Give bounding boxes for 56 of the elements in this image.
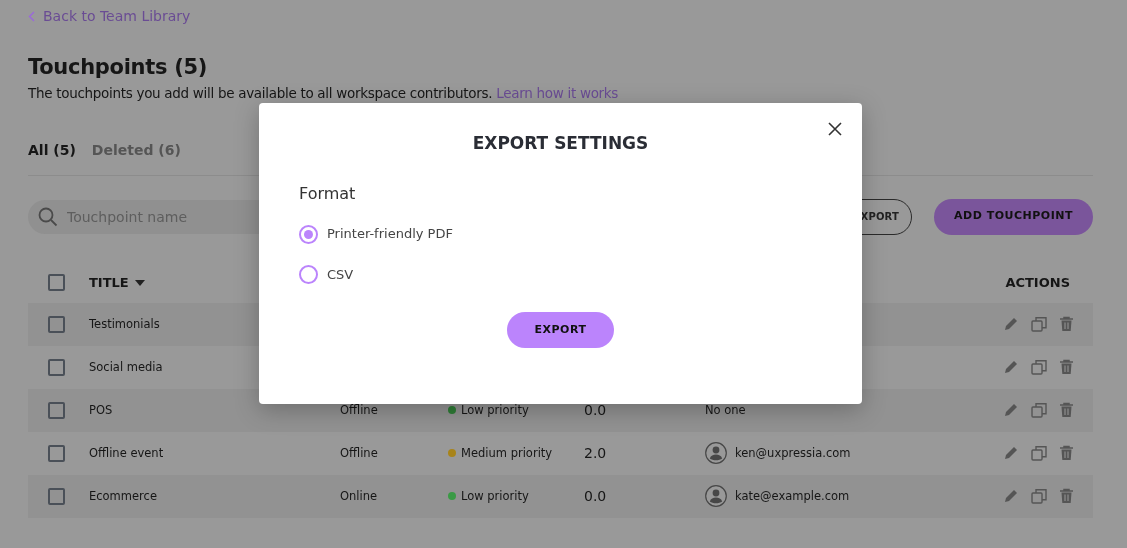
table-cell: ken@uxpressia.com: [735, 444, 851, 462]
edit-icon[interactable]: [1003, 488, 1019, 505]
edit-icon[interactable]: [1003, 445, 1019, 462]
edit-icon[interactable]: [1003, 402, 1019, 419]
row-checkbox[interactable]: [48, 487, 65, 505]
table-cell: Low priority: [461, 401, 529, 419]
table-cell: Medium priority: [461, 444, 553, 462]
copy-icon[interactable]: [1031, 316, 1047, 333]
row-checkbox[interactable]: [48, 358, 65, 376]
row-checkbox[interactable]: [48, 444, 65, 462]
close-icon: [828, 122, 842, 136]
edit-icon[interactable]: [1003, 316, 1019, 333]
delete-icon[interactable]: [1059, 488, 1075, 505]
table-cell-text: Online: [340, 487, 379, 505]
radio-button[interactable]: [299, 265, 318, 285]
table-cell: No one: [705, 401, 746, 419]
row-checkbox[interactable]: [48, 401, 65, 419]
copy-icon[interactable]: [1031, 359, 1047, 376]
section-label: Format: [299, 183, 357, 206]
close-button[interactable]: [826, 120, 844, 138]
table-cell-text: POS: [89, 401, 114, 419]
add-touchpoint-button[interactable]: ADD TOUCHPOINT: [934, 198, 1093, 235]
delete-icon[interactable]: [1059, 402, 1075, 419]
table-cell-text: Social media: [89, 358, 164, 376]
sort-down-icon: [134, 279, 145, 286]
select-all-checkbox[interactable]: [48, 274, 65, 292]
chevron-left-icon: [28, 11, 35, 22]
row-checkbox[interactable]: [48, 315, 65, 333]
dialog-title: EXPORT SETTINGS: [471, 133, 650, 154]
column-header[interactable]: ACTIONS: [1005, 272, 1093, 293]
table-cell-text: Ecommerce: [89, 487, 158, 505]
page-title: Touchpoints (5): [28, 54, 209, 80]
table-cell: kate@example.com: [735, 487, 850, 505]
table-cell-text: 2.0: [584, 443, 608, 463]
radio-label[interactable]: Printer-friendly PDF: [327, 224, 453, 244]
copy-icon[interactable]: [1031, 445, 1047, 462]
table-cell-text: Testimonials: [89, 315, 161, 333]
column-header[interactable]: TITLE: [89, 272, 145, 293]
delete-icon[interactable]: [1059, 445, 1075, 462]
description-text: The touchpoints you add will be available to all workspace contributors.: [28, 84, 494, 101]
table-cell-text: Offline: [340, 401, 379, 419]
table-cell: Low priority: [461, 487, 529, 505]
search-icon: [38, 206, 58, 227]
table-cell-text: 0.0: [584, 486, 608, 506]
copy-icon[interactable]: [1031, 402, 1047, 419]
tab[interactable]: All (5): [28, 138, 76, 163]
copy-icon[interactable]: [1031, 488, 1047, 505]
radio-label[interactable]: CSV: [327, 264, 354, 285]
table-cell-text: Offline event: [89, 444, 165, 462]
table-cell-text: 0.0: [584, 400, 608, 420]
edit-icon[interactable]: [1003, 359, 1019, 376]
table-cell-text: Offline: [340, 444, 379, 462]
radio-button[interactable]: [299, 224, 318, 244]
export-button[interactable]: EXPORT: [507, 312, 614, 349]
delete-icon[interactable]: [1059, 359, 1075, 376]
delete-icon[interactable]: [1059, 316, 1075, 333]
